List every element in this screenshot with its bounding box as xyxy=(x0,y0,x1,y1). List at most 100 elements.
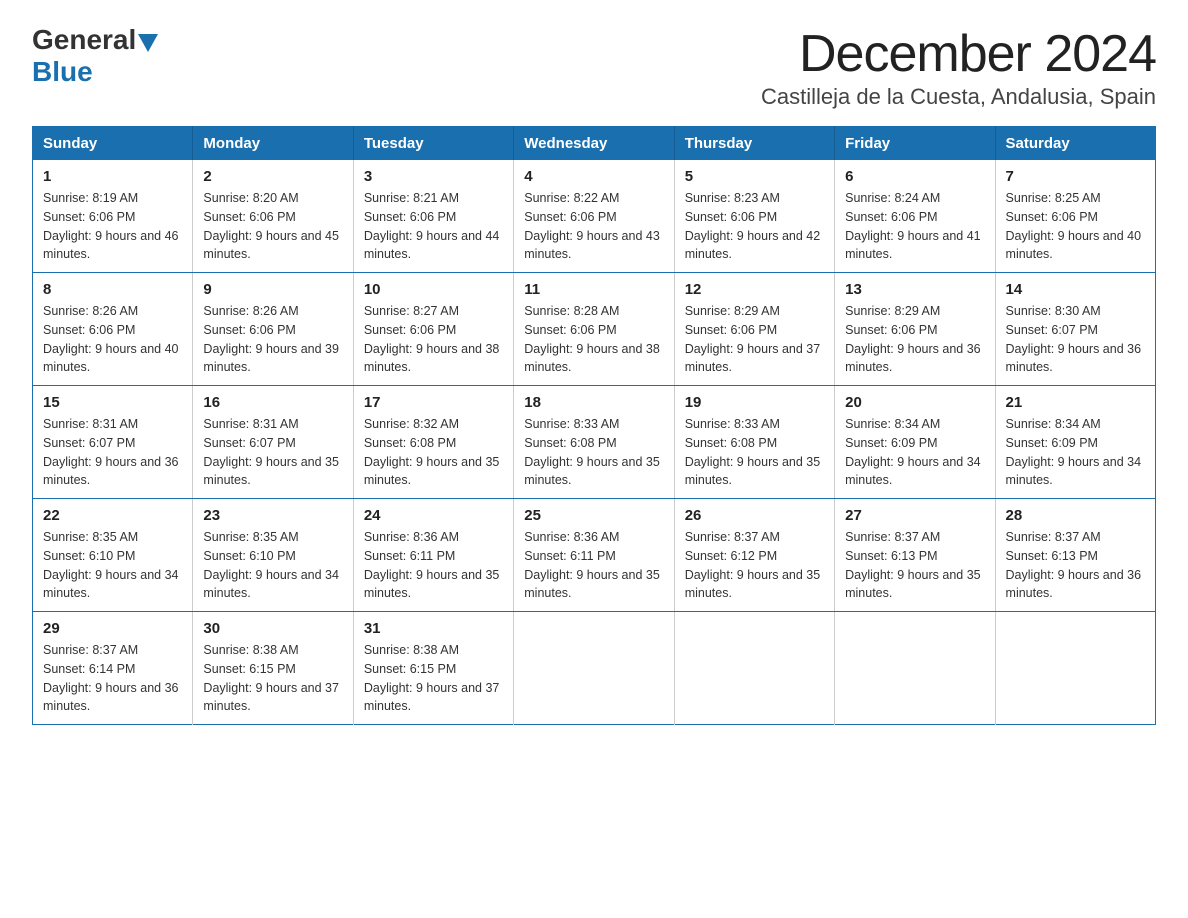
page-title: December 2024 xyxy=(761,24,1156,84)
calendar-cell: 14 Sunrise: 8:30 AMSunset: 6:07 PMDayligh… xyxy=(995,273,1155,386)
calendar-cell: 24Sunrise: 8:36 AMSunset: 6:11 PMDayligh… xyxy=(353,499,513,612)
day-info: Sunrise: 8:35 AMSunset: 6:10 PMDaylight:… xyxy=(43,528,182,603)
calendar-cell: 16 Sunrise: 8:31 AMSunset: 6:07 PMDayligh… xyxy=(193,386,353,499)
calendar-cell: 15Sunrise: 8:31 AMSunset: 6:07 PMDayligh… xyxy=(33,386,193,499)
page-subtitle: Castilleja de la Cuesta, Andalusia, Spai… xyxy=(761,84,1156,110)
calendar-cell: 23 Sunrise: 8:35 AMSunset: 6:10 PMDayligh… xyxy=(193,499,353,612)
day-number: 21 xyxy=(1006,394,1145,411)
day-info: Sunrise: 8:35 AMSunset: 6:10 PMDaylight:… xyxy=(203,528,342,603)
calendar-cell xyxy=(835,612,995,725)
calendar-cell: 20 Sunrise: 8:34 AMSunset: 6:09 PMDayligh… xyxy=(835,386,995,499)
calendar-cell: 21 Sunrise: 8:34 AMSunset: 6:09 PMDayligh… xyxy=(995,386,1155,499)
day-number: 19 xyxy=(685,394,824,411)
day-number: 26 xyxy=(685,507,824,524)
day-number: 31 xyxy=(364,620,503,637)
day-info: Sunrise: 8:28 AMSunset: 6:06 PMDaylight:… xyxy=(524,302,663,377)
calendar-cell: 30 Sunrise: 8:38 AMSunset: 6:15 PMDayligh… xyxy=(193,612,353,725)
day-number: 17 xyxy=(364,394,503,411)
calendar-cell: 9 Sunrise: 8:26 AMSunset: 6:06 PMDaylight… xyxy=(193,273,353,386)
day-number: 11 xyxy=(524,281,663,298)
day-info: Sunrise: 8:30 AMSunset: 6:07 PMDaylight:… xyxy=(1006,302,1145,377)
day-info: Sunrise: 8:19 AMSunset: 6:06 PMDaylight:… xyxy=(43,189,182,264)
column-header-monday: Monday xyxy=(193,127,353,161)
day-info: Sunrise: 8:20 AMSunset: 6:06 PMDaylight:… xyxy=(203,189,342,264)
calendar-cell: 11 Sunrise: 8:28 AMSunset: 6:06 PMDayligh… xyxy=(514,273,674,386)
logo-general-text: General xyxy=(32,24,136,56)
calendar-cell: 4 Sunrise: 8:22 AMSunset: 6:06 PMDaylight… xyxy=(514,160,674,273)
calendar-cell: 12Sunrise: 8:29 AMSunset: 6:06 PMDayligh… xyxy=(674,273,834,386)
logo: General Blue xyxy=(32,24,160,88)
calendar-week-row: 15 Sunrise: 8:31 AMSunset: 6:07 PMDayligh… xyxy=(33,386,1156,499)
title-block: December 2024 Castilleja de la Cuesta, A… xyxy=(761,24,1156,110)
calendar-header-row: SundayMondayTuesdayWednesdayThursdayFrid… xyxy=(33,127,1156,161)
day-number: 4 xyxy=(524,168,663,185)
day-number: 3 xyxy=(364,168,503,185)
day-info: Sunrise: 8:36 AMSunset: 6:11 PMDaylight:… xyxy=(364,528,503,603)
calendar-cell: 1 Sunrise: 8:19 AMSunset: 6:06 PMDaylight… xyxy=(33,160,193,273)
day-info: Sunrise: 8:33 AMSunset: 6:08 PMDaylight:… xyxy=(685,415,824,490)
day-number: 9 xyxy=(203,281,342,298)
day-info: Sunrise: 8:38 AMSunset: 6:15 PMDaylight:… xyxy=(203,641,342,716)
day-number: 30 xyxy=(203,620,342,637)
day-info: Sunrise: 8:38 AMSunset: 6:15 PMDaylight:… xyxy=(364,641,503,716)
calendar-cell: 2 Sunrise: 8:20 AMSunset: 6:06 PMDaylight… xyxy=(193,160,353,273)
day-number: 23 xyxy=(203,507,342,524)
calendar-cell xyxy=(674,612,834,725)
day-info: Sunrise: 8:22 AMSunset: 6:06 PMDaylight:… xyxy=(524,189,663,264)
day-number: 15 xyxy=(43,394,182,411)
calendar-week-row: 8 Sunrise: 8:26 AMSunset: 6:06 PMDaylight… xyxy=(33,273,1156,386)
day-number: 1 xyxy=(43,168,182,185)
calendar-cell: 7 Sunrise: 8:25 AMSunset: 6:06 PMDaylight… xyxy=(995,160,1155,273)
logo-arrow-icon xyxy=(138,34,158,52)
calendar-week-row: 22 Sunrise: 8:35 AMSunset: 6:10 PMDayligh… xyxy=(33,499,1156,612)
day-number: 8 xyxy=(43,281,182,298)
day-number: 29 xyxy=(43,620,182,637)
day-info: Sunrise: 8:37 AMSunset: 6:12 PMDaylight:… xyxy=(685,528,824,603)
calendar-cell: 19 Sunrise: 8:33 AMSunset: 6:08 PMDayligh… xyxy=(674,386,834,499)
day-number: 14 xyxy=(1006,281,1145,298)
calendar-cell: 25Sunrise: 8:36 AMSunset: 6:11 PMDayligh… xyxy=(514,499,674,612)
day-number: 10 xyxy=(364,281,503,298)
day-info: Sunrise: 8:26 AMSunset: 6:06 PMDaylight:… xyxy=(43,302,182,377)
day-info: Sunrise: 8:26 AMSunset: 6:06 PMDaylight:… xyxy=(203,302,342,377)
calendar-cell: 18 Sunrise: 8:33 AMSunset: 6:08 PMDayligh… xyxy=(514,386,674,499)
calendar-cell: 3Sunrise: 8:21 AMSunset: 6:06 PMDaylight… xyxy=(353,160,513,273)
calendar-cell xyxy=(995,612,1155,725)
day-number: 18 xyxy=(524,394,663,411)
day-number: 22 xyxy=(43,507,182,524)
day-info: Sunrise: 8:34 AMSunset: 6:09 PMDaylight:… xyxy=(1006,415,1145,490)
calendar-cell: 17 Sunrise: 8:32 AMSunset: 6:08 PMDayligh… xyxy=(353,386,513,499)
day-number: 16 xyxy=(203,394,342,411)
day-info: Sunrise: 8:37 AMSunset: 6:13 PMDaylight:… xyxy=(1006,528,1145,603)
day-info: Sunrise: 8:29 AMSunset: 6:06 PMDaylight:… xyxy=(685,302,824,377)
day-number: 20 xyxy=(845,394,984,411)
day-info: Sunrise: 8:27 AMSunset: 6:06 PMDaylight:… xyxy=(364,302,503,377)
page-header: General Blue December 2024 Castilleja de… xyxy=(32,24,1156,110)
column-header-sunday: Sunday xyxy=(33,127,193,161)
calendar-cell: 27Sunrise: 8:37 AMSunset: 6:13 PMDayligh… xyxy=(835,499,995,612)
column-header-saturday: Saturday xyxy=(995,127,1155,161)
day-info: Sunrise: 8:29 AMSunset: 6:06 PMDaylight:… xyxy=(845,302,984,377)
calendar-cell xyxy=(514,612,674,725)
logo-blue-text: Blue xyxy=(32,56,93,87)
column-header-friday: Friday xyxy=(835,127,995,161)
calendar-cell: 6Sunrise: 8:24 AMSunset: 6:06 PMDaylight… xyxy=(835,160,995,273)
day-info: Sunrise: 8:34 AMSunset: 6:09 PMDaylight:… xyxy=(845,415,984,490)
day-info: Sunrise: 8:33 AMSunset: 6:08 PMDaylight:… xyxy=(524,415,663,490)
day-info: Sunrise: 8:31 AMSunset: 6:07 PMDaylight:… xyxy=(203,415,342,490)
day-number: 7 xyxy=(1006,168,1145,185)
day-info: Sunrise: 8:32 AMSunset: 6:08 PMDaylight:… xyxy=(364,415,503,490)
day-info: Sunrise: 8:37 AMSunset: 6:13 PMDaylight:… xyxy=(845,528,984,603)
calendar-cell: 31 Sunrise: 8:38 AMSunset: 6:15 PMDayligh… xyxy=(353,612,513,725)
day-info: Sunrise: 8:23 AMSunset: 6:06 PMDaylight:… xyxy=(685,189,824,264)
calendar-cell: 28 Sunrise: 8:37 AMSunset: 6:13 PMDayligh… xyxy=(995,499,1155,612)
calendar-cell: 22 Sunrise: 8:35 AMSunset: 6:10 PMDayligh… xyxy=(33,499,193,612)
day-number: 28 xyxy=(1006,507,1145,524)
day-number: 13 xyxy=(845,281,984,298)
column-header-thursday: Thursday xyxy=(674,127,834,161)
day-number: 2 xyxy=(203,168,342,185)
calendar-cell: 26 Sunrise: 8:37 AMSunset: 6:12 PMDayligh… xyxy=(674,499,834,612)
calendar-cell: 13 Sunrise: 8:29 AMSunset: 6:06 PMDayligh… xyxy=(835,273,995,386)
day-info: Sunrise: 8:25 AMSunset: 6:06 PMDaylight:… xyxy=(1006,189,1145,264)
calendar-cell: 29Sunrise: 8:37 AMSunset: 6:14 PMDayligh… xyxy=(33,612,193,725)
